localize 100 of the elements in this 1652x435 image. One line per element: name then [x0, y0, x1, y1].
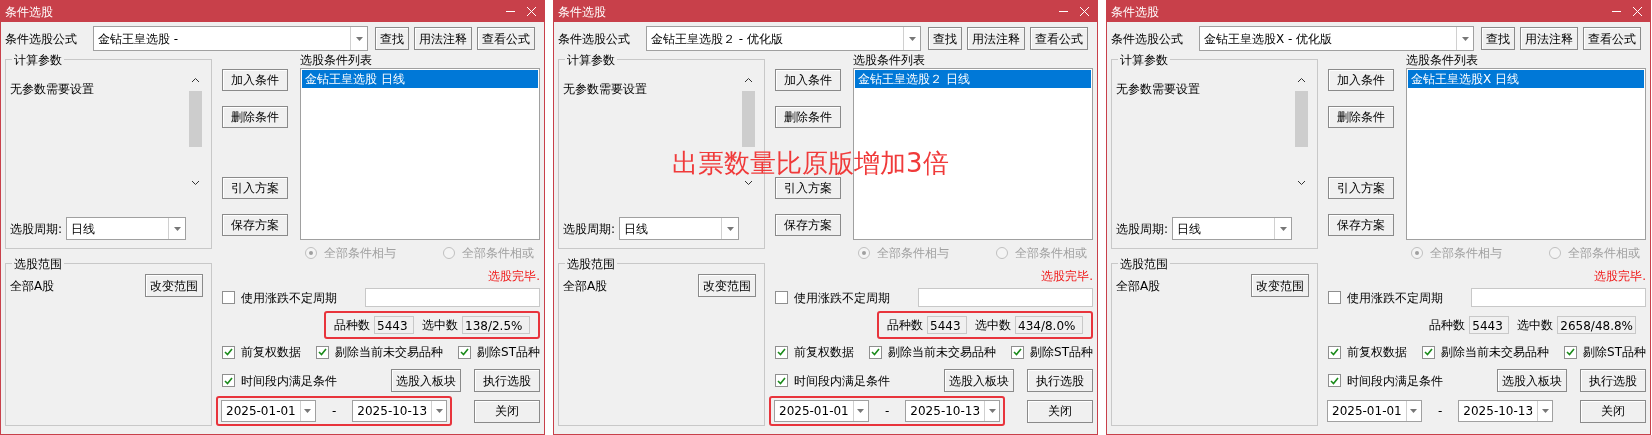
toolbar-button[interactable]: 查找 — [928, 27, 962, 50]
minimize-icon[interactable] — [506, 10, 515, 13]
window-title: 条件选股 — [558, 3, 607, 21]
checkbox[interactable] — [222, 345, 235, 359]
radio-label: 全部条件相与 — [877, 245, 949, 262]
window-title: 条件选股 — [1111, 3, 1160, 21]
period-input[interactable] — [365, 288, 540, 307]
list-item[interactable]: 金钻王皇选股X 日线 — [1408, 70, 1644, 88]
start-date-field[interactable]: 2025-01-01 — [1327, 400, 1422, 422]
checkbox[interactable] — [869, 345, 882, 359]
list-item[interactable]: 金钻王皇选股２ 日线 — [855, 70, 1091, 88]
checkbox[interactable] — [775, 374, 788, 387]
formula-label: 条件选股公式 — [558, 30, 631, 48]
side-button[interactable]: 引入方案 — [775, 177, 841, 199]
dropdown-arrow-icon — [173, 226, 181, 231]
start-date-field[interactable]: 2025-01-01 — [221, 400, 316, 422]
run-button[interactable]: 执行选股 — [1580, 369, 1646, 392]
checkbox-label: 剔除当前未交易品种 — [335, 344, 443, 361]
minimize-icon[interactable] — [1612, 10, 1621, 13]
checkbox[interactable] — [1564, 345, 1578, 359]
side-button[interactable]: 加入条件 — [775, 69, 841, 91]
close-icon[interactable] — [1080, 7, 1089, 16]
add-to-block-button[interactable]: 选股入板块 — [1497, 369, 1567, 392]
side-button[interactable]: 删除条件 — [775, 106, 841, 128]
toolbar-button[interactable]: 用法注释 — [414, 27, 472, 50]
scroll-down-icon[interactable] — [744, 180, 753, 186]
period-input[interactable] — [1471, 288, 1646, 307]
change-range-button[interactable]: 改变范围 — [698, 274, 756, 297]
period-dropdown[interactable]: 日线 — [619, 217, 740, 240]
checkbox[interactable] — [1328, 374, 1341, 387]
toolbar-button[interactable]: 查找 — [1481, 27, 1515, 50]
change-range-button[interactable]: 改变范围 — [1251, 274, 1309, 297]
checkbox[interactable] — [1328, 291, 1341, 304]
toolbar-button[interactable]: 查看公式 — [1583, 27, 1641, 50]
side-button[interactable]: 保存方案 — [775, 214, 841, 236]
scroll-up-icon[interactable] — [191, 77, 200, 83]
toolbar-button[interactable]: 用法注释 — [967, 27, 1025, 50]
dropdown-arrow-icon — [726, 226, 734, 231]
toolbar-button[interactable]: 查看公式 — [1030, 27, 1088, 50]
scroll-up-icon[interactable] — [1297, 77, 1306, 83]
side-button[interactable]: 加入条件 — [1328, 69, 1394, 91]
side-button[interactable]: 加入条件 — [222, 69, 288, 91]
checkbox[interactable] — [1328, 345, 1341, 359]
period-label: 选股周期: — [10, 220, 63, 238]
side-button[interactable]: 删除条件 — [222, 106, 288, 128]
side-button[interactable]: 删除条件 — [1328, 106, 1394, 128]
close-button[interactable]: 关闭 — [1580, 399, 1646, 423]
side-button[interactable]: 引入方案 — [222, 177, 288, 199]
end-date-field[interactable]: 2025-10-13 — [352, 400, 448, 422]
checkbox-label: 剔除当前未交易品种 — [888, 344, 996, 361]
stat-value: 5443 — [374, 316, 414, 334]
checkbox-label: 前复权数据 — [241, 344, 301, 361]
close-button[interactable]: 关闭 — [1027, 399, 1093, 423]
formula-label: 条件选股公式 — [5, 30, 78, 48]
checkbox[interactable] — [1422, 345, 1435, 359]
checkbox[interactable] — [316, 345, 329, 359]
change-range-button[interactable]: 改变范围 — [145, 274, 203, 297]
add-to-block-button[interactable]: 选股入板块 — [944, 369, 1014, 392]
toolbar-button[interactable]: 用法注释 — [1520, 27, 1578, 50]
checkbox[interactable] — [1011, 345, 1025, 359]
end-date-field[interactable]: 2025-10-13 — [905, 400, 1001, 422]
toolbar-button[interactable]: 查看公式 — [477, 27, 535, 50]
run-button[interactable]: 执行选股 — [474, 369, 540, 392]
close-icon[interactable] — [527, 7, 536, 16]
checkbox[interactable] — [775, 291, 788, 304]
period-dropdown[interactable]: 日线 — [1172, 217, 1293, 240]
end-date-field[interactable]: 2025-10-13 — [1458, 400, 1554, 422]
scroll-down-icon[interactable] — [1297, 180, 1306, 186]
period-input[interactable] — [918, 288, 1093, 307]
checkbox[interactable] — [775, 345, 788, 359]
checkbox[interactable] — [458, 345, 472, 359]
period-dropdown[interactable]: 日线 — [66, 217, 187, 240]
group-title: 选股范围 — [1118, 255, 1170, 273]
add-to-block-button[interactable]: 选股入板块 — [391, 369, 461, 392]
checkbox-label: 时间段内满足条件 — [241, 372, 338, 390]
status-text: 选股完毕. — [488, 268, 540, 283]
checkbox[interactable] — [222, 374, 235, 387]
side-button[interactable]: 保存方案 — [222, 214, 288, 236]
list-title: 选股条件列表 — [300, 52, 373, 68]
minimize-icon[interactable] — [1059, 10, 1068, 13]
toolbar-button[interactable]: 查找 — [375, 27, 409, 50]
formula-label: 条件选股公式 — [1111, 30, 1184, 48]
formula-dropdown[interactable]: 金钻王皇选股X - 优化版 — [1199, 26, 1474, 51]
formula-dropdown[interactable]: 金钻王皇选股 - — [93, 26, 368, 51]
side-button[interactable]: 保存方案 — [1328, 214, 1394, 236]
checkbox[interactable] — [222, 291, 235, 304]
scroll-up-icon[interactable] — [744, 77, 753, 83]
close-button[interactable]: 关闭 — [474, 399, 540, 423]
stat-value: 5443 — [1469, 316, 1510, 334]
formula-dropdown[interactable]: 金钻王皇选股２ - 优化版 — [646, 26, 921, 51]
list-item[interactable]: 金钻王皇选股 日线 — [302, 70, 538, 88]
side-button[interactable]: 引入方案 — [1328, 177, 1394, 199]
scroll-down-icon[interactable] — [191, 180, 200, 186]
dropdown-arrow-icon — [988, 409, 996, 413]
checkbox-label: 使用涨跌不定周期 — [241, 289, 338, 307]
params-text: 无参数需要设置 — [1116, 81, 1201, 98]
run-button[interactable]: 执行选股 — [1027, 369, 1093, 392]
stat-value: 138/2.5% — [462, 316, 530, 334]
close-icon[interactable] — [1633, 7, 1642, 16]
start-date-field[interactable]: 2025-01-01 — [774, 400, 869, 422]
